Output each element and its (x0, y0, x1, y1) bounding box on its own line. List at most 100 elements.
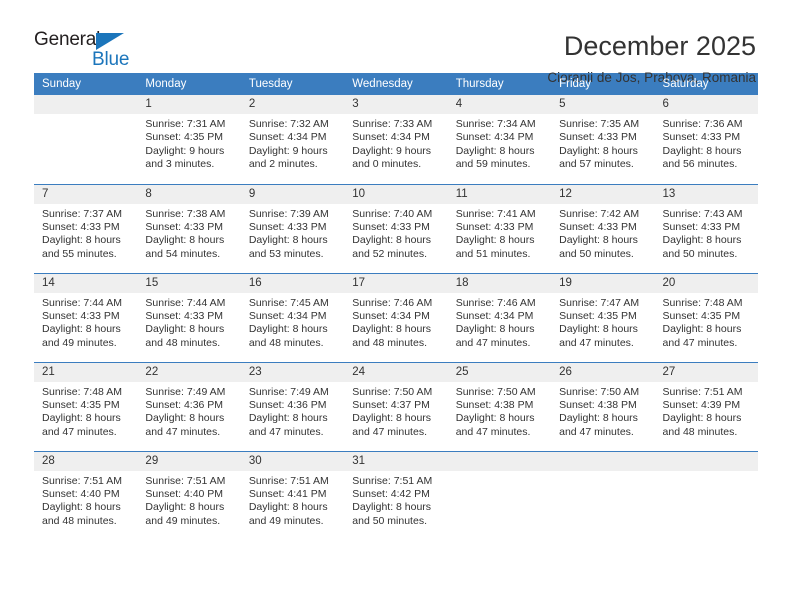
day-number: 24 (344, 362, 448, 382)
sunrise-text: Sunrise: 7:38 AM (145, 207, 226, 220)
day-details: Sunrise: 7:49 AM Sunset: 4:36 PM Dayligh… (137, 382, 240, 440)
daylight-text-cont: and 48 minutes. (42, 514, 117, 527)
day-cell[interactable]: 14 Sunrise: 7:44 AM Sunset: 4:33 PM Dayl… (34, 272, 138, 362)
daylight-text: Daylight: 9 hours (352, 144, 432, 157)
sunrise-text: Sunrise: 7:50 AM (559, 385, 640, 398)
day-details: Sunrise: 7:44 AM Sunset: 4:33 PM Dayligh… (34, 293, 137, 351)
day-cell[interactable]: 30 Sunrise: 7:51 AM Sunset: 4:41 PM Dayl… (240, 450, 345, 540)
day-number (447, 451, 552, 471)
day-cell[interactable]: 15 Sunrise: 7:44 AM Sunset: 4:33 PM Dayl… (137, 272, 241, 362)
day-cell[interactable]: 11 Sunrise: 7:41 AM Sunset: 4:33 PM Dayl… (447, 183, 552, 273)
sunset-text: Sunset: 4:34 PM (248, 309, 327, 322)
day-cell[interactable]: 29 Sunrise: 7:51 AM Sunset: 4:40 PM Dayl… (137, 450, 241, 540)
day-cell[interactable]: 9 Sunrise: 7:39 AM Sunset: 4:33 PM Dayli… (240, 183, 345, 273)
sunset-text: Sunset: 4:35 PM (145, 131, 224, 144)
day-details: Sunrise: 7:37 AM Sunset: 4:33 PM Dayligh… (34, 204, 137, 262)
sunrise-text: Sunrise: 7:39 AM (248, 207, 329, 220)
day-details: Sunrise: 7:44 AM Sunset: 4:33 PM Dayligh… (137, 293, 240, 351)
day-number: 9 (240, 184, 345, 204)
day-cell[interactable]: 8 Sunrise: 7:38 AM Sunset: 4:33 PM Dayli… (137, 183, 241, 273)
day-cell[interactable] (447, 450, 552, 540)
daylight-text-cont: and 2 minutes. (248, 158, 318, 171)
day-cell[interactable] (551, 450, 655, 540)
day-cell[interactable]: 12 Sunrise: 7:42 AM Sunset: 4:33 PM Dayl… (551, 183, 655, 273)
day-cell[interactable]: 22 Sunrise: 7:49 AM Sunset: 4:36 PM Dayl… (137, 361, 241, 451)
sunset-text: Sunset: 4:33 PM (662, 131, 741, 144)
sunset-text: Sunset: 4:42 PM (352, 487, 430, 500)
day-cell[interactable]: 13 Sunrise: 7:43 AM Sunset: 4:33 PM Dayl… (654, 183, 758, 273)
daylight-text-cont: and 56 minutes. (662, 158, 738, 171)
calendar-week-row: 21 Sunrise: 7:48 AM Sunset: 4:35 PM Dayl… (34, 361, 758, 451)
day-number: 28 (34, 451, 138, 471)
day-cell[interactable]: 7 Sunrise: 7:37 AM Sunset: 4:33 PM Dayli… (34, 183, 138, 273)
daylight-text: Daylight: 8 hours (145, 412, 225, 425)
daylight-text-cont: and 48 minutes. (662, 425, 738, 438)
day-cell[interactable]: 16 Sunrise: 7:45 AM Sunset: 4:34 PM Dayl… (240, 272, 345, 362)
day-cell[interactable] (34, 95, 138, 184)
day-cell[interactable]: 23 Sunrise: 7:49 AM Sunset: 4:36 PM Dayl… (240, 361, 345, 451)
day-details: Sunrise: 7:51 AM Sunset: 4:42 PM Dayligh… (344, 471, 447, 529)
day-cell[interactable]: 4 Sunrise: 7:34 AM Sunset: 4:34 PM Dayli… (447, 95, 552, 184)
day-details: Sunrise: 7:49 AM Sunset: 4:36 PM Dayligh… (241, 382, 344, 440)
daylight-text: Daylight: 8 hours (559, 323, 638, 336)
day-cell[interactable]: 19 Sunrise: 7:47 AM Sunset: 4:35 PM Dayl… (551, 272, 655, 362)
day-number: 19 (551, 273, 655, 293)
day-cell[interactable]: 1 Sunrise: 7:31 AM Sunset: 4:35 PM Dayli… (137, 95, 241, 184)
day-number: 13 (654, 184, 758, 204)
daylight-text-cont: and 50 minutes. (662, 247, 738, 260)
day-cell[interactable]: 17 Sunrise: 7:46 AM Sunset: 4:34 PM Dayl… (344, 272, 448, 362)
day-cell[interactable]: 31 Sunrise: 7:51 AM Sunset: 4:42 PM Dayl… (344, 450, 448, 540)
day-number: 18 (447, 273, 552, 293)
daylight-text-cont: and 53 minutes. (248, 247, 324, 260)
daylight-text: Daylight: 8 hours (145, 323, 225, 336)
day-number: 21 (34, 362, 138, 382)
day-cell[interactable]: 2 Sunrise: 7:32 AM Sunset: 4:34 PM Dayli… (240, 95, 345, 184)
day-cell[interactable]: 25 Sunrise: 7:50 AM Sunset: 4:38 PM Dayl… (447, 361, 552, 451)
daylight-text-cont: and 48 minutes. (145, 336, 221, 349)
daylight-text-cont: and 57 minutes. (559, 158, 634, 171)
day-cell[interactable]: 3 Sunrise: 7:33 AM Sunset: 4:34 PM Dayli… (344, 95, 448, 184)
day-number (34, 95, 138, 114)
sunset-text: Sunset: 4:34 PM (352, 131, 430, 144)
calendar-week-row: 14 Sunrise: 7:44 AM Sunset: 4:33 PM Dayl… (34, 272, 758, 362)
day-number: 23 (240, 362, 345, 382)
day-cell[interactable] (654, 450, 758, 540)
daylight-text-cont: and 47 minutes. (455, 425, 531, 438)
day-cell[interactable]: 5 Sunrise: 7:35 AM Sunset: 4:33 PM Dayli… (551, 95, 655, 184)
day-number: 22 (137, 362, 241, 382)
day-cell[interactable]: 10 Sunrise: 7:40 AM Sunset: 4:33 PM Dayl… (344, 183, 448, 273)
day-details: Sunrise: 7:48 AM Sunset: 4:35 PM Dayligh… (34, 382, 137, 440)
day-details: Sunrise: 7:46 AM Sunset: 4:34 PM Dayligh… (344, 293, 447, 351)
calendar-body: 1 Sunrise: 7:31 AM Sunset: 4:35 PM Dayli… (34, 95, 758, 540)
day-details: Sunrise: 7:32 AM Sunset: 4:34 PM Dayligh… (241, 114, 344, 172)
day-cell[interactable]: 28 Sunrise: 7:51 AM Sunset: 4:40 PM Dayl… (34, 450, 138, 540)
day-number: 5 (551, 95, 655, 114)
day-cell[interactable]: 18 Sunrise: 7:46 AM Sunset: 4:34 PM Dayl… (447, 272, 552, 362)
day-cell[interactable]: 21 Sunrise: 7:48 AM Sunset: 4:35 PM Dayl… (34, 361, 138, 451)
day-cell[interactable]: 24 Sunrise: 7:50 AM Sunset: 4:37 PM Dayl… (344, 361, 448, 451)
day-number: 3 (344, 95, 448, 114)
daylight-text: Daylight: 8 hours (248, 501, 328, 514)
sunrise-text: Sunrise: 7:49 AM (145, 385, 226, 398)
day-details: Sunrise: 7:51 AM Sunset: 4:40 PM Dayligh… (137, 471, 240, 529)
sunset-text: Sunset: 4:41 PM (248, 487, 327, 500)
day-cell[interactable]: 27 Sunrise: 7:51 AM Sunset: 4:39 PM Dayl… (654, 361, 758, 451)
day-details: Sunrise: 7:38 AM Sunset: 4:33 PM Dayligh… (137, 204, 240, 262)
day-details (655, 471, 758, 475)
day-cell[interactable]: 20 Sunrise: 7:48 AM Sunset: 4:35 PM Dayl… (654, 272, 758, 362)
day-details: Sunrise: 7:45 AM Sunset: 4:34 PM Dayligh… (241, 293, 344, 351)
calendar-week-row: 7 Sunrise: 7:37 AM Sunset: 4:33 PM Dayli… (34, 183, 758, 273)
daylight-text-cont: and 50 minutes. (559, 247, 634, 260)
daylight-text-cont: and 49 minutes. (145, 514, 221, 527)
daylight-text-cont: and 59 minutes. (455, 158, 531, 171)
sunrise-text: Sunrise: 7:34 AM (455, 118, 536, 130)
day-cell[interactable]: 6 Sunrise: 7:36 AM Sunset: 4:33 PM Dayli… (654, 95, 758, 184)
sunset-text: Sunset: 4:35 PM (42, 398, 120, 411)
day-number: 30 (240, 451, 345, 471)
day-number: 15 (137, 273, 241, 293)
day-cell[interactable]: 26 Sunrise: 7:50 AM Sunset: 4:38 PM Dayl… (551, 361, 655, 451)
sunset-text: Sunset: 4:33 PM (559, 220, 637, 233)
day-number: 10 (344, 184, 448, 204)
daylight-text: Daylight: 8 hours (662, 144, 742, 157)
sunrise-text: Sunrise: 7:51 AM (662, 385, 743, 398)
